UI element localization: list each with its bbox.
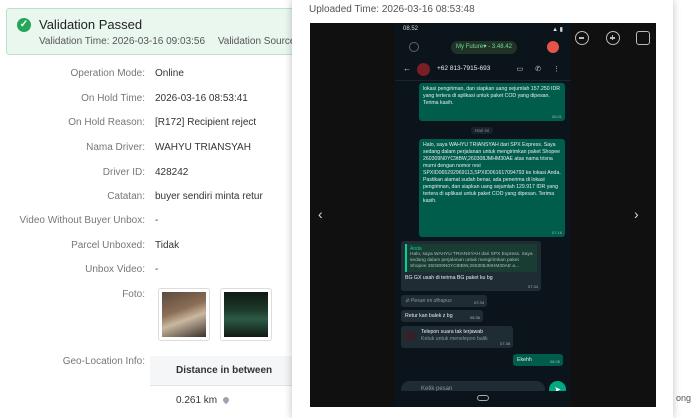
chat-header: ← +62 813-7915-693 ▭ ✆ ⋮	[395, 59, 571, 81]
detail-row: Video Without Buyer Unbox: -	[0, 215, 300, 231]
missed-call-sub: Ketuk untuk menelepon balik	[421, 336, 488, 342]
avatar	[417, 63, 430, 76]
bubble-text: BG GX usah di terima BG paket ku bg	[405, 275, 493, 281]
banner-title: Validation Passed	[39, 17, 143, 32]
detail-label: Unbox Video:	[85, 264, 145, 275]
geo-label: Geo-Location Info:	[62, 356, 145, 367]
foto-label: Foto:	[122, 289, 145, 300]
geo-table: Distance in between 0.261 km	[150, 356, 292, 416]
zoom-in-icon[interactable]	[605, 31, 620, 45]
chat-bubble: Halo, saya WAHYU TRIANSYAH dari SPX Expr…	[419, 139, 565, 237]
detail-label: Nama Driver:	[86, 142, 145, 153]
bubble-text: lokasi pengiriman, dan siapkan uang seju…	[423, 86, 560, 106]
chat-area: lokasi pengiriman, dan siapkan uang seju…	[395, 81, 571, 377]
detail-row: Nama Driver: WAHYU TRIANSYAH	[0, 142, 300, 158]
bubble-time: 07.38	[499, 341, 510, 346]
detail-label: On Hold Reason:	[68, 117, 145, 128]
detail-row: On Hold Reason: [R172] Recipient reject	[0, 117, 300, 133]
bubble-text: Pesan ini dihapus	[410, 298, 452, 304]
phone-status-bar: 08.52 ▲ ▮	[395, 23, 571, 37]
banner-meta: Validation Time: 2026-03-16 09:03:56 Val…	[39, 36, 330, 47]
detail-value: 428242	[155, 167, 189, 178]
photo-thumbnail[interactable]	[220, 288, 272, 341]
bubble-time: 08.01	[551, 114, 562, 119]
detail-label: Operation Mode:	[70, 68, 146, 79]
missed-call-icon	[405, 331, 415, 341]
date-chip: Hari ini	[471, 127, 494, 134]
quoted-message: Anda Halo, saya WAHYU TRIANSYAH dari SPX…	[405, 244, 537, 272]
detail-label: Catatan:	[107, 191, 145, 202]
overflow-text: ong	[676, 393, 691, 403]
phone-nav-bar	[395, 391, 571, 407]
bubble-text: Ekehh	[517, 357, 532, 363]
call-bar: My Future♥ - 3.48.42	[395, 37, 571, 59]
next-image-button[interactable]: ›	[634, 206, 639, 222]
bubble-time: 07.34	[527, 284, 538, 289]
detail-row: On Hold Time: 2026-03-16 08:53:41	[0, 93, 300, 109]
viewer-toolbar	[563, 31, 650, 50]
phone-clock: 08.52	[403, 26, 419, 32]
detail-row: Parcel Unboxed: Tidak	[0, 240, 300, 256]
bubble-text: Halo, saya WAHYU TRIANSYAH dari SPX Expr…	[423, 142, 561, 204]
validation-time: Validation Time: 2026-03-16 09:03:56	[39, 36, 206, 47]
geo-header: Distance in between	[150, 356, 292, 386]
rotate-icon[interactable]	[636, 31, 650, 45]
detail-row: Driver ID: 428242	[0, 167, 300, 183]
zoom-out-icon[interactable]	[575, 31, 590, 45]
bubble-time: 08.05	[549, 359, 560, 364]
chat-bubble: Retur kan balek z bg 08.36	[401, 310, 483, 322]
bubble-time: 07.34	[473, 300, 484, 305]
geo-distance-value: 0.261 km	[176, 395, 218, 406]
detail-row: Unbox Video: -	[0, 264, 300, 280]
contact-number: +62 813-7915-693	[437, 65, 491, 72]
bubble-time: 08.36	[469, 315, 480, 320]
detail-value: WAHYU TRIANSYAH	[155, 142, 251, 153]
home-icon	[477, 395, 489, 401]
deleted-message: ⊘ Pesan ini dihapus 07.34	[401, 295, 487, 307]
detail-value: -	[155, 215, 159, 226]
end-call-icon	[547, 41, 559, 53]
detail-value: -	[155, 264, 159, 275]
uploaded-time: Uploaded Time: 2026-03-16 08:53:48	[309, 4, 475, 15]
check-icon: ✓	[17, 18, 31, 32]
chat-header-icons: ▭ ✆ ⋮	[516, 66, 565, 73]
detail-row: Catatan: buyer sendiri minta retur	[0, 191, 300, 207]
missed-call: Telepon suara tak terjawab Ketuk untuk m…	[401, 326, 513, 348]
back-arrow-icon: ←	[403, 64, 411, 73]
call-pill: My Future♥ - 3.48.42	[451, 41, 517, 54]
mic-off-icon	[409, 42, 419, 52]
detail-label: On Hold Time:	[81, 93, 145, 104]
detail-label: Video Without Buyer Unbox:	[19, 215, 145, 226]
missed-call-text: Telepon suara tak terjawab	[421, 329, 483, 335]
chat-bubble: Ekehh 08.05	[513, 354, 563, 366]
image-viewer: ‹ › 08.52 ▲ ▮ My Future♥ - 3.48.42 ← +62…	[310, 23, 656, 407]
detail-row: Operation Mode: Online	[0, 68, 300, 84]
quote-text: Halo, saya WAHYU TRIANSYAH dari SPX Expr…	[410, 252, 533, 269]
detail-label: Parcel Unboxed:	[71, 240, 145, 251]
detail-value: Tidak	[155, 240, 180, 251]
detail-value: Online	[155, 68, 184, 79]
chat-bubble: Anda Halo, saya WAHYU TRIANSYAH dari SPX…	[401, 241, 541, 291]
image-preview-modal: Uploaded Time: 2026-03-16 08:53:48 ‹ › 0…	[292, 0, 673, 418]
bubble-time: 07.16	[551, 230, 562, 235]
photo-thumbnail[interactable]	[158, 288, 210, 341]
bubble-text: Retur kan balek z bg	[405, 313, 453, 319]
detail-value: 2026-03-16 08:53:41	[155, 93, 248, 104]
chat-screenshot: 08.52 ▲ ▮ My Future♥ - 3.48.42 ← +62 813…	[395, 23, 571, 407]
map-pin-icon[interactable]	[221, 395, 231, 405]
signal-icon: ▲ ▮	[552, 27, 563, 33]
detail-value: buyer sendiri minta retur	[155, 191, 263, 202]
detail-value: [R172] Recipient reject	[155, 117, 257, 128]
chat-bubble: lokasi pengiriman, dan siapkan uang seju…	[419, 83, 565, 121]
detail-label: Driver ID:	[102, 167, 145, 178]
prev-image-button[interactable]: ‹	[318, 206, 323, 222]
geo-distance: 0.261 km	[150, 386, 292, 416]
